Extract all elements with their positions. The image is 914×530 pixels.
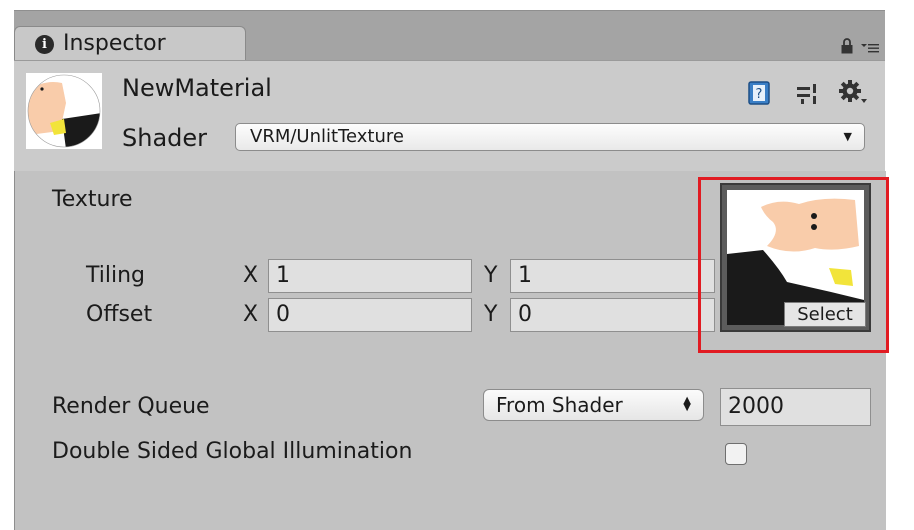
shader-label: Shader bbox=[122, 124, 208, 152]
offset-x-field[interactable]: 0 bbox=[268, 298, 472, 332]
lock-icon[interactable] bbox=[841, 38, 853, 54]
shader-value: VRM/UnlitTexture bbox=[250, 126, 404, 147]
tiling-y-field[interactable]: 1 bbox=[510, 259, 715, 293]
help-book-icon[interactable]: ? bbox=[748, 81, 770, 105]
offset-x-label: X bbox=[243, 302, 259, 327]
material-preview-thumbnail bbox=[26, 73, 102, 149]
tiling-label: Tiling bbox=[86, 263, 146, 288]
texture-label: Texture bbox=[52, 187, 133, 212]
tab-bar: i Inspector bbox=[14, 10, 885, 61]
render-queue-mode-value: From Shader bbox=[496, 393, 623, 417]
tab-label: Inspector bbox=[63, 31, 166, 56]
tab-menu-icon[interactable] bbox=[861, 41, 879, 53]
material-header: NewMaterial ? Shader VRM/UnlitTexture ▼ bbox=[14, 60, 885, 172]
offset-label: Offset bbox=[86, 302, 153, 327]
offset-y-field[interactable]: 0 bbox=[510, 298, 715, 332]
render-queue-value-field[interactable]: 2000 bbox=[720, 388, 871, 426]
render-queue-mode-dropdown[interactable]: From Shader ▲ ▼ bbox=[483, 389, 704, 421]
double-sided-gi-checkbox[interactable] bbox=[725, 443, 747, 465]
info-icon: i bbox=[35, 35, 54, 54]
chevron-down-icon: ▼ bbox=[843, 130, 852, 143]
tab-inspector[interactable]: i Inspector bbox=[14, 26, 246, 61]
up-down-arrows-icon: ▲ ▼ bbox=[683, 395, 691, 413]
texture-highlight-box bbox=[698, 177, 889, 353]
render-queue-label: Render Queue bbox=[52, 394, 210, 419]
preset-sliders-icon[interactable] bbox=[796, 83, 818, 105]
tiling-x-field[interactable]: 1 bbox=[268, 259, 472, 293]
offset-y-label: Y bbox=[484, 302, 498, 327]
shader-dropdown[interactable]: VRM/UnlitTexture ▼ bbox=[235, 123, 865, 151]
double-sided-gi-label: Double Sided Global Illumination bbox=[52, 439, 413, 464]
gear-icon[interactable] bbox=[838, 79, 868, 107]
tiling-x-label: X bbox=[243, 263, 259, 288]
tiling-y-label: Y bbox=[484, 263, 498, 288]
help-glyph: ? bbox=[756, 87, 763, 102]
material-name: NewMaterial bbox=[122, 74, 272, 102]
